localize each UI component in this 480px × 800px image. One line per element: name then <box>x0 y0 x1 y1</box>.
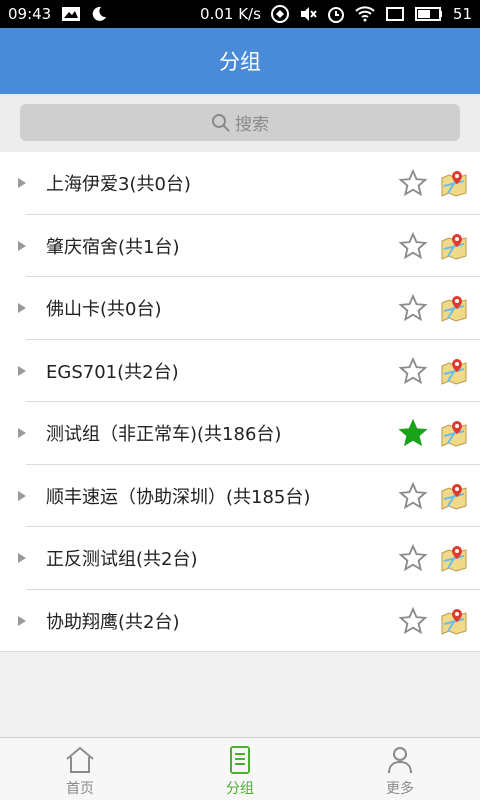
list-item[interactable]: EGS701(共2台) <box>0 340 480 402</box>
group-label: 肇庆宿舍(共1台) <box>46 236 180 258</box>
favorite-star-icon[interactable] <box>398 168 428 198</box>
person-icon <box>388 747 412 774</box>
list-item[interactable]: 佛山卡(共0台) <box>0 277 480 340</box>
wifi-icon <box>355 6 375 22</box>
list-item[interactable]: 测试组（非正常车)(共186台) <box>0 402 480 465</box>
search-input[interactable]: 搜索 <box>20 104 460 141</box>
group-label: EGS701(共2台) <box>46 361 179 383</box>
expand-arrow-icon[interactable] <box>18 428 26 439</box>
screen-icon <box>385 6 405 22</box>
favorite-star-filled-icon[interactable] <box>398 418 428 448</box>
map-icon[interactable] <box>440 294 468 323</box>
favorite-star-icon[interactable] <box>398 481 428 511</box>
expand-arrow-icon[interactable] <box>18 365 26 376</box>
map-icon[interactable] <box>440 357 468 385</box>
tab-home-label: 首页 <box>66 781 94 797</box>
status-bar: 09:43 0.01 K/s 51 <box>0 0 480 28</box>
expand-arrow-icon[interactable] <box>18 615 26 626</box>
tab-more[interactable]: 更多 <box>320 738 480 800</box>
tab-home[interactable]: 首页 <box>0 738 160 800</box>
tab-group[interactable]: 分组 <box>160 738 320 800</box>
group-label: 测试组（非正常车)(共186台) <box>46 424 282 446</box>
alarm-icon <box>327 5 345 23</box>
favorite-star-icon[interactable] <box>398 356 428 386</box>
moon-icon <box>91 6 107 22</box>
status-speed: 0.01 K/s <box>200 5 261 23</box>
favorite-star-icon[interactable] <box>398 543 428 573</box>
favorite-star-icon[interactable] <box>398 606 428 636</box>
group-label: 上海伊爱3(共0台) <box>46 174 191 196</box>
status-time: 09:43 <box>8 5 52 23</box>
map-icon[interactable] <box>440 232 468 260</box>
message-icon <box>61 6 81 22</box>
map-icon[interactable] <box>440 607 468 635</box>
battery-level: 51 <box>452 5 472 23</box>
tab-more-label: 更多 <box>386 781 414 797</box>
list-item[interactable]: 上海伊爱3(共0台) <box>0 152 480 215</box>
home-icon <box>66 746 94 773</box>
search-placeholder: 搜索 <box>235 115 269 135</box>
group-list-icon <box>230 746 250 774</box>
group-label: 正反测试组(共2台) <box>46 549 198 571</box>
battery-icon <box>414 7 443 21</box>
expand-arrow-icon[interactable] <box>18 553 26 564</box>
list-item[interactable]: 协助翔鹰(共2台) <box>0 590 480 652</box>
group-label: 佛山卡(共0台) <box>46 299 162 321</box>
mute-icon <box>299 5 317 23</box>
bottom-nav: 首页 分组 更多 <box>0 737 480 800</box>
divider <box>0 651 480 652</box>
favorite-star-icon[interactable] <box>398 231 428 261</box>
map-icon[interactable] <box>440 544 468 573</box>
expand-arrow-icon[interactable] <box>18 178 26 189</box>
favorite-star-icon[interactable] <box>398 293 428 323</box>
expand-arrow-icon[interactable] <box>18 490 26 501</box>
signal-icon <box>270 5 289 23</box>
group-list: 上海伊爱3(共0台) 肇庆宿舍(共1台) 佛山卡(共0台) EGS701(共2台… <box>0 152 480 652</box>
group-label: 顺丰速运（协助深圳）(共185台) <box>46 486 311 508</box>
title-bar: 分组 <box>0 28 480 94</box>
list-item[interactable]: 顺丰速运（协助深圳）(共185台) <box>0 465 480 527</box>
expand-arrow-icon[interactable] <box>18 303 26 314</box>
map-icon[interactable] <box>440 482 468 510</box>
map-icon[interactable] <box>440 169 468 198</box>
page-title: 分组 <box>219 50 261 74</box>
search-area: 搜索 <box>0 94 480 152</box>
search-icon <box>211 113 231 133</box>
group-label: 协助翔鹰(共2台) <box>46 611 180 633</box>
list-item[interactable]: 肇庆宿舍(共1台) <box>0 215 480 277</box>
tab-group-label: 分组 <box>226 781 254 797</box>
list-item[interactable]: 正反测试组(共2台) <box>0 527 480 590</box>
map-icon[interactable] <box>440 419 468 448</box>
expand-arrow-icon[interactable] <box>18 240 26 251</box>
